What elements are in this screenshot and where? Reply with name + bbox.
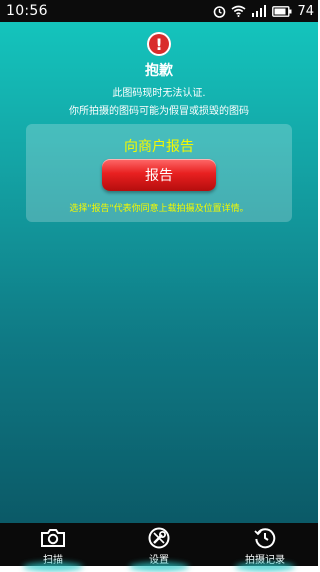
bottom-nav: 扫描 设置 拍摄记录 [0,523,318,572]
exclamation-icon: ! [147,32,171,56]
tab-scan[interactable]: 扫描 [0,523,106,572]
tab-settings[interactable]: 设置 [106,523,212,572]
battery-percent: 74 [297,3,314,19]
status-bar: 10:56 74 [0,0,318,22]
history-icon [254,527,276,549]
report-consent-note: 选择"报告"代表你同意上载拍摄及位置详情。 [69,204,249,214]
tab-scan-glow [23,562,83,572]
signal-icon [251,5,267,17]
tab-settings-glow [129,562,189,572]
app-screen: 10:56 74 ! 抱歉 此图码现时无法认证. 你所拍摄的图码可能为假冒或损毁… [0,0,318,572]
tab-history-glow [235,562,295,572]
tab-history[interactable]: 拍摄记录 [212,523,318,572]
alert-title: 抱歉 [145,63,173,79]
battery-icon [272,5,292,17]
report-button[interactable]: 报告 [102,159,216,191]
report-panel: 向商户报告 报告 选择"报告"代表你同意上载拍摄及位置详情。 [26,124,292,222]
camera-icon [40,527,66,549]
report-panel-title: 向商户报告 [124,139,194,155]
alarm-icon [213,5,226,18]
status-icons: 74 [213,4,314,19]
alert-message-line2: 你所拍摄的图码可能为假冒或损毁的图码 [69,106,249,117]
wifi-icon [231,5,246,17]
alert-message-line1: 此图码现时无法认证. [112,88,206,99]
settings-icon [148,527,170,549]
status-time: 10:56 [6,3,48,19]
